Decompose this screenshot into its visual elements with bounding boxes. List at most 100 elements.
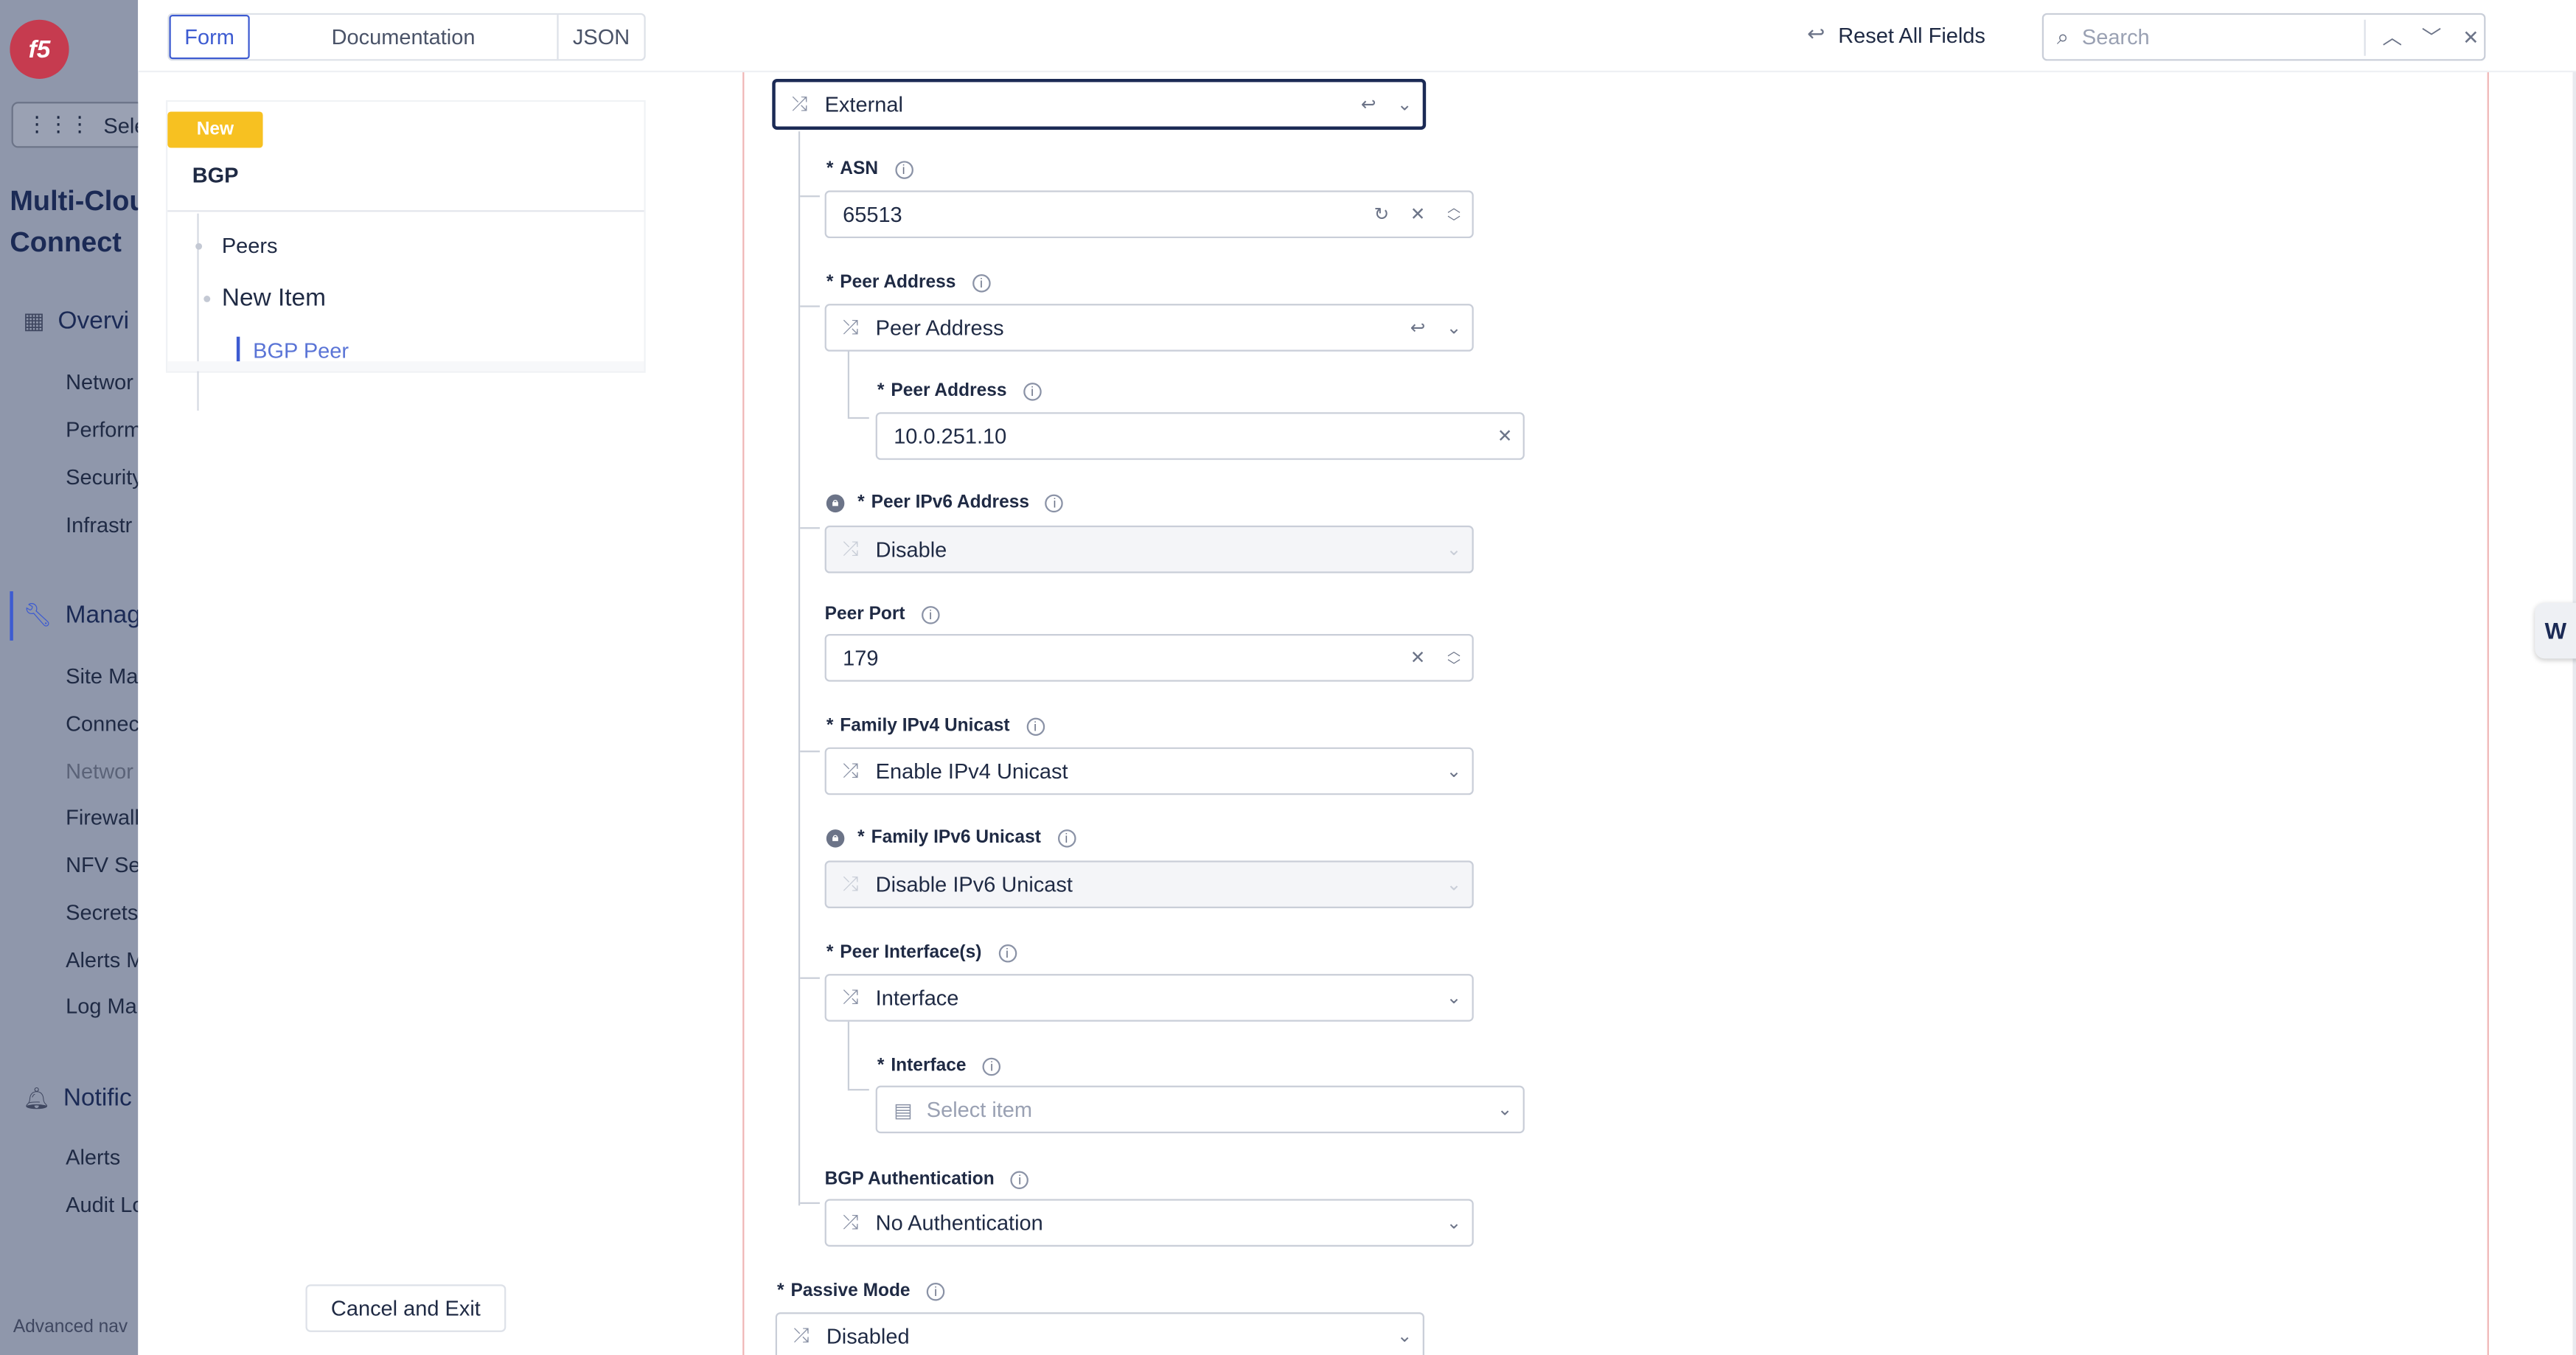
f5-logo-icon[interactable]: f5 [10, 19, 69, 79]
advanced-nav-link[interactable]: Advanced nav [13, 1317, 128, 1337]
chevron-down-icon[interactable]: ⌄ [1387, 94, 1423, 115]
nav-item[interactable]: Infrastr [66, 512, 132, 537]
chevron-up-icon[interactable]: ︿ [2379, 23, 2406, 51]
nav-section-manage[interactable]: 🔧︎ Manag [23, 601, 138, 629]
bell-icon: 🔔︎ [23, 1084, 50, 1110]
connector-line [800, 977, 820, 979]
nav-item[interactable]: Log Ma [66, 994, 137, 1018]
clear-icon[interactable]: ✕ [1487, 425, 1523, 447]
family-ipv6-value: Disable IPv6 Unicast [875, 872, 1073, 897]
nav-section-label: Overvi [58, 307, 130, 335]
peer-interfaces-value: Interface [875, 985, 959, 1011]
family-ipv4-value: Enable IPv4 Unicast [875, 759, 1068, 784]
nav-item[interactable]: Alerts M [66, 947, 138, 972]
clear-icon[interactable]: ✕ [1400, 647, 1436, 669]
tab-form[interactable]: Form [169, 15, 250, 60]
chevron-down-icon[interactable]: ⌄ [1436, 317, 1472, 338]
info-icon[interactable]: i [1026, 717, 1045, 735]
branch-icon: ⤮ [843, 985, 859, 1009]
info-icon[interactable]: i [998, 943, 1017, 962]
branch-icon: ⤮ [843, 1210, 859, 1234]
connector-line [849, 1089, 869, 1091]
nav-item[interactable]: Site Ma [66, 663, 138, 688]
info-icon[interactable]: i [1045, 493, 1064, 512]
chevron-down-icon: ⌄ [1446, 875, 1462, 896]
peer-ipv6-label: 🔒︎ * Peer IPv6 Address i [826, 492, 1064, 512]
nav-item[interactable]: Audit Lo [66, 1192, 138, 1216]
info-icon[interactable]: i [894, 160, 913, 178]
tab-documentation[interactable]: Documentation [250, 15, 559, 60]
stepper-icon[interactable]: ︿ ﹀ [1436, 643, 1472, 672]
search-box: ⌕ ︿ ﹀ ✕ [2041, 13, 2486, 61]
tree-node-new-item[interactable]: New Item [222, 284, 326, 312]
refresh-icon[interactable]: ↻ [1363, 203, 1399, 225]
app-title-line1: Multi-Clou [10, 185, 139, 217]
branch-icon: ⤮ [793, 1323, 810, 1347]
clear-icon[interactable]: ✕ [1400, 203, 1436, 225]
passive-mode-label: * Passive Mode i [777, 1281, 945, 1300]
form-frame [742, 72, 2489, 1355]
tree-node-bgp-peer[interactable]: BGP Peer [236, 336, 349, 365]
interface-select[interactable]: ▤ Select item ⌄ [875, 1085, 1525, 1134]
peer-interfaces-select[interactable]: ⤮ Interface ⌄ [824, 974, 1474, 1022]
wrench-icon: 🔧︎ [23, 601, 52, 628]
workspace-selector[interactable]: ⋮⋮⋮ Select W [11, 102, 139, 148]
chevron-down-icon[interactable]: ⌄ [1387, 1326, 1423, 1347]
bgp-auth-value: No Authentication [875, 1210, 1043, 1236]
passive-mode-select[interactable]: ⤮ Disabled ⌄ [775, 1312, 1424, 1355]
info-icon[interactable]: i [1057, 828, 1076, 847]
tree-node-peers[interactable]: Peers [222, 233, 278, 257]
info-icon[interactable]: i [982, 1056, 1001, 1076]
asn-input[interactable] [843, 202, 1364, 227]
bgp-auth-label: BGP Authentication i [825, 1169, 1029, 1189]
peer-address-select[interactable]: ⤮ Peer Address ↩ ⌄ [824, 304, 1474, 352]
nav-section-overview[interactable]: ▦ Overvi [23, 307, 129, 335]
branch-icon: ⤮ [792, 91, 808, 115]
reset-field-icon[interactable]: ↩ [1351, 94, 1387, 115]
info-icon[interactable]: i [972, 273, 991, 292]
nav-section-notifications[interactable]: 🔔︎ Notific [23, 1084, 132, 1112]
search-input[interactable] [2081, 24, 2329, 49]
cancel-and-exit-button[interactable]: Cancel and Exit [305, 1284, 507, 1332]
nav-item[interactable]: NFV Se [66, 852, 138, 877]
connector-line [847, 1021, 850, 1091]
tree-dot [203, 296, 211, 302]
peer-address-input[interactable] [894, 423, 1487, 449]
asn-field[interactable]: ↻ ✕ ︿﹀ [824, 190, 1474, 239]
chevron-down-icon[interactable]: ⌄ [1436, 761, 1472, 782]
family-ipv4-select[interactable]: ⤮ Enable IPv4 Unicast ⌄ [824, 747, 1474, 795]
new-badge: New [167, 111, 263, 148]
tree-root[interactable]: BGP [192, 163, 239, 187]
close-icon[interactable]: ✕ [2458, 26, 2485, 49]
chevron-down-icon[interactable]: ⌄ [1487, 1098, 1523, 1121]
nav-item[interactable]: Networ [66, 369, 133, 394]
active-indicator [10, 591, 13, 641]
stepper-icon[interactable]: ︿ ﹀ [1436, 200, 1472, 229]
chevron-down-icon[interactable]: ⌄ [1436, 987, 1472, 1009]
nav-item[interactable]: Security [66, 464, 138, 489]
peer-port-field[interactable]: ✕ ︿﹀ [824, 633, 1474, 682]
peer-address-input-field[interactable]: ✕ [875, 412, 1525, 460]
bgp-auth-select[interactable]: ⤮ No Authentication ⌄ [824, 1199, 1474, 1247]
reset-all-fields-button[interactable]: ↩ Reset All Fields [1807, 21, 1985, 48]
nav-item[interactable]: Alerts [66, 1145, 120, 1169]
branch-icon: ⤮ [843, 872, 859, 896]
bgp-type-select[interactable]: ⤮ External ↩ ⌄ [772, 78, 1427, 130]
chevron-down-icon[interactable]: ⌄ [1436, 1212, 1472, 1233]
connector-line [800, 195, 820, 198]
info-icon[interactable]: i [921, 605, 940, 624]
nav-item[interactable]: Connec [66, 711, 138, 736]
reset-field-icon[interactable]: ↩ [1400, 317, 1436, 338]
tab-json[interactable]: JSON [559, 15, 644, 59]
peer-port-input[interactable] [843, 645, 1400, 670]
info-icon[interactable]: i [1011, 1170, 1029, 1188]
chevron-down-icon[interactable]: ﹀ [2418, 23, 2445, 51]
nav-item[interactable]: Perform [66, 417, 138, 442]
connector-line [800, 305, 820, 307]
info-icon[interactable]: i [1023, 381, 1042, 400]
chat-widget-button[interactable]: W [2535, 602, 2576, 659]
nav-item[interactable]: Secrets [66, 900, 138, 924]
info-icon[interactable]: i [926, 1281, 945, 1300]
nav-item[interactable]: Firewall [66, 805, 138, 829]
nav-item[interactable]: Networ [66, 759, 133, 783]
